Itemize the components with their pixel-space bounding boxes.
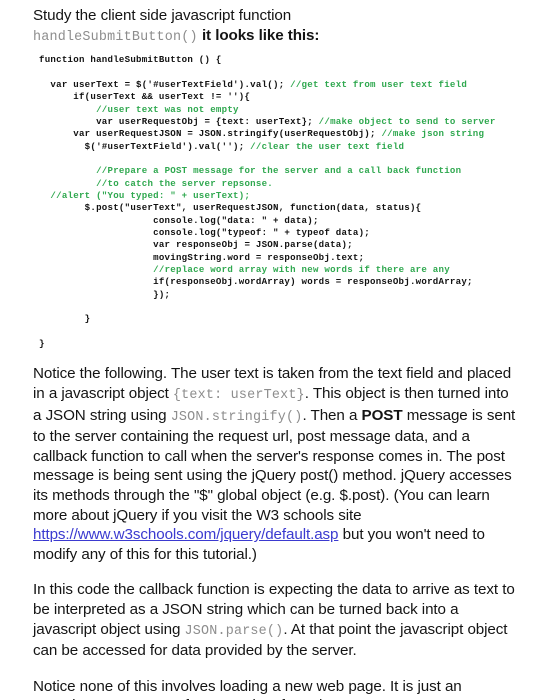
code-line: //Prepare a POST message for the server … [39,165,547,177]
intro-function-ref: handleSubmitButton() [33,29,198,45]
code-line: $('#userTextField').val(''); //clear the… [39,141,547,153]
code-comment: //Prepare a POST message for the server … [96,165,462,177]
code-line: $.post("userText", userRequestJSON, func… [39,202,547,214]
code-line: console.log("typeof: " + typeof data); [39,227,547,239]
code-line: //alert ("You typed: " + userText); [39,190,547,202]
code-comment: //user text was not empty [96,103,239,115]
intro-paragraph: Study the client side javascript functio… [33,6,517,47]
code-comment: //make json string [381,128,485,140]
page-content: Study the client side javascript functio… [0,0,547,700]
code-line: } [39,338,547,350]
code-line: var userRequestJSON = JSON.stringify(use… [39,128,547,140]
code-line: var responseObj = JSON.parse(data); [39,239,547,251]
code-comment: //clear the user text field [250,140,405,152]
code-text: var userText = $('#userTextField').val()… [39,78,291,90]
p3-text: Notice none of this involves loading a n… [33,677,462,700]
code-line: } [39,313,547,325]
code-text: movingString.word = responseObj.text; [39,251,365,263]
code-text: var userRequestJSON = JSON.stringify(use… [39,128,382,140]
code-line: if(responseObj.wordArray) words = respon… [39,276,547,288]
code-line: function handleSubmitButton () { [39,54,547,66]
code-line: //replace word array with new words if t… [39,264,547,276]
w3schools-jquery-link[interactable]: https://www.w3schools.com/jquery/default… [33,526,339,543]
code-line: //to catch the server repsonse. [39,178,547,190]
code-comment: //alert ("You typed: " + userText); [50,189,251,201]
code-line: if(userText && userText != ''){ [39,91,547,103]
code-text: var userRequestObj = {text: userText}; [39,115,319,127]
p1-seg3: . Then a [302,406,362,424]
code-text: } [39,313,91,325]
code-line: movingString.word = responseObj.text; [39,252,547,264]
p1-bold-post: POST [361,406,403,424]
paragraph-callback-explanation: In this code the callback function is ex… [33,580,517,660]
code-line: var userText = $('#userTextField').val()… [39,79,547,91]
code-comment: //get text from user text field [290,78,468,90]
code-text: $.post("userText", userRequestJSON, func… [39,202,422,214]
p2-code-json-parse: JSON.parse() [184,623,284,639]
code-text: console.log("data: " + data); [39,214,319,226]
javascript-code-block: function handleSubmitButton () { var use… [33,54,547,350]
paragraph-async-note: Notice none of this involves loading a n… [33,677,517,700]
intro-line1: Study the client side javascript functio… [33,7,292,24]
code-line: console.log("data: " + data); [39,215,547,227]
code-text: } [39,338,45,350]
code-text: if(userText && userText != ''){ [39,91,251,103]
code-comment: //replace word array with new words if t… [153,264,450,276]
code-comment: //to catch the server repsonse. [96,177,273,189]
tutorial-page: Study the client side javascript functio… [0,0,547,700]
code-comment: //make object to send to server [318,115,496,127]
p1-code-object-literal: {text: userText} [172,388,305,404]
p1-code-json-stringify: JSON.stringify() [170,409,303,425]
code-text: $('#userTextField').val(''); [39,140,251,152]
paragraph-post-explanation: Notice the following. The user text is t… [33,364,517,564]
code-text: }); [39,288,171,300]
code-text: if(responseObj.wordArray) words = respon… [39,276,473,288]
code-text: function handleSubmitButton () { [39,54,222,66]
code-text: console.log("typeof: " + typeof data); [39,227,371,238]
intro-line2-tail: it looks like this: [197,26,320,44]
code-line: //user text was not empty [39,104,547,116]
code-line: var userRequestObj = {text: userText}; /… [39,116,547,128]
code-line: }); [39,289,547,301]
code-text: var responseObj = JSON.parse(data); [39,239,353,251]
